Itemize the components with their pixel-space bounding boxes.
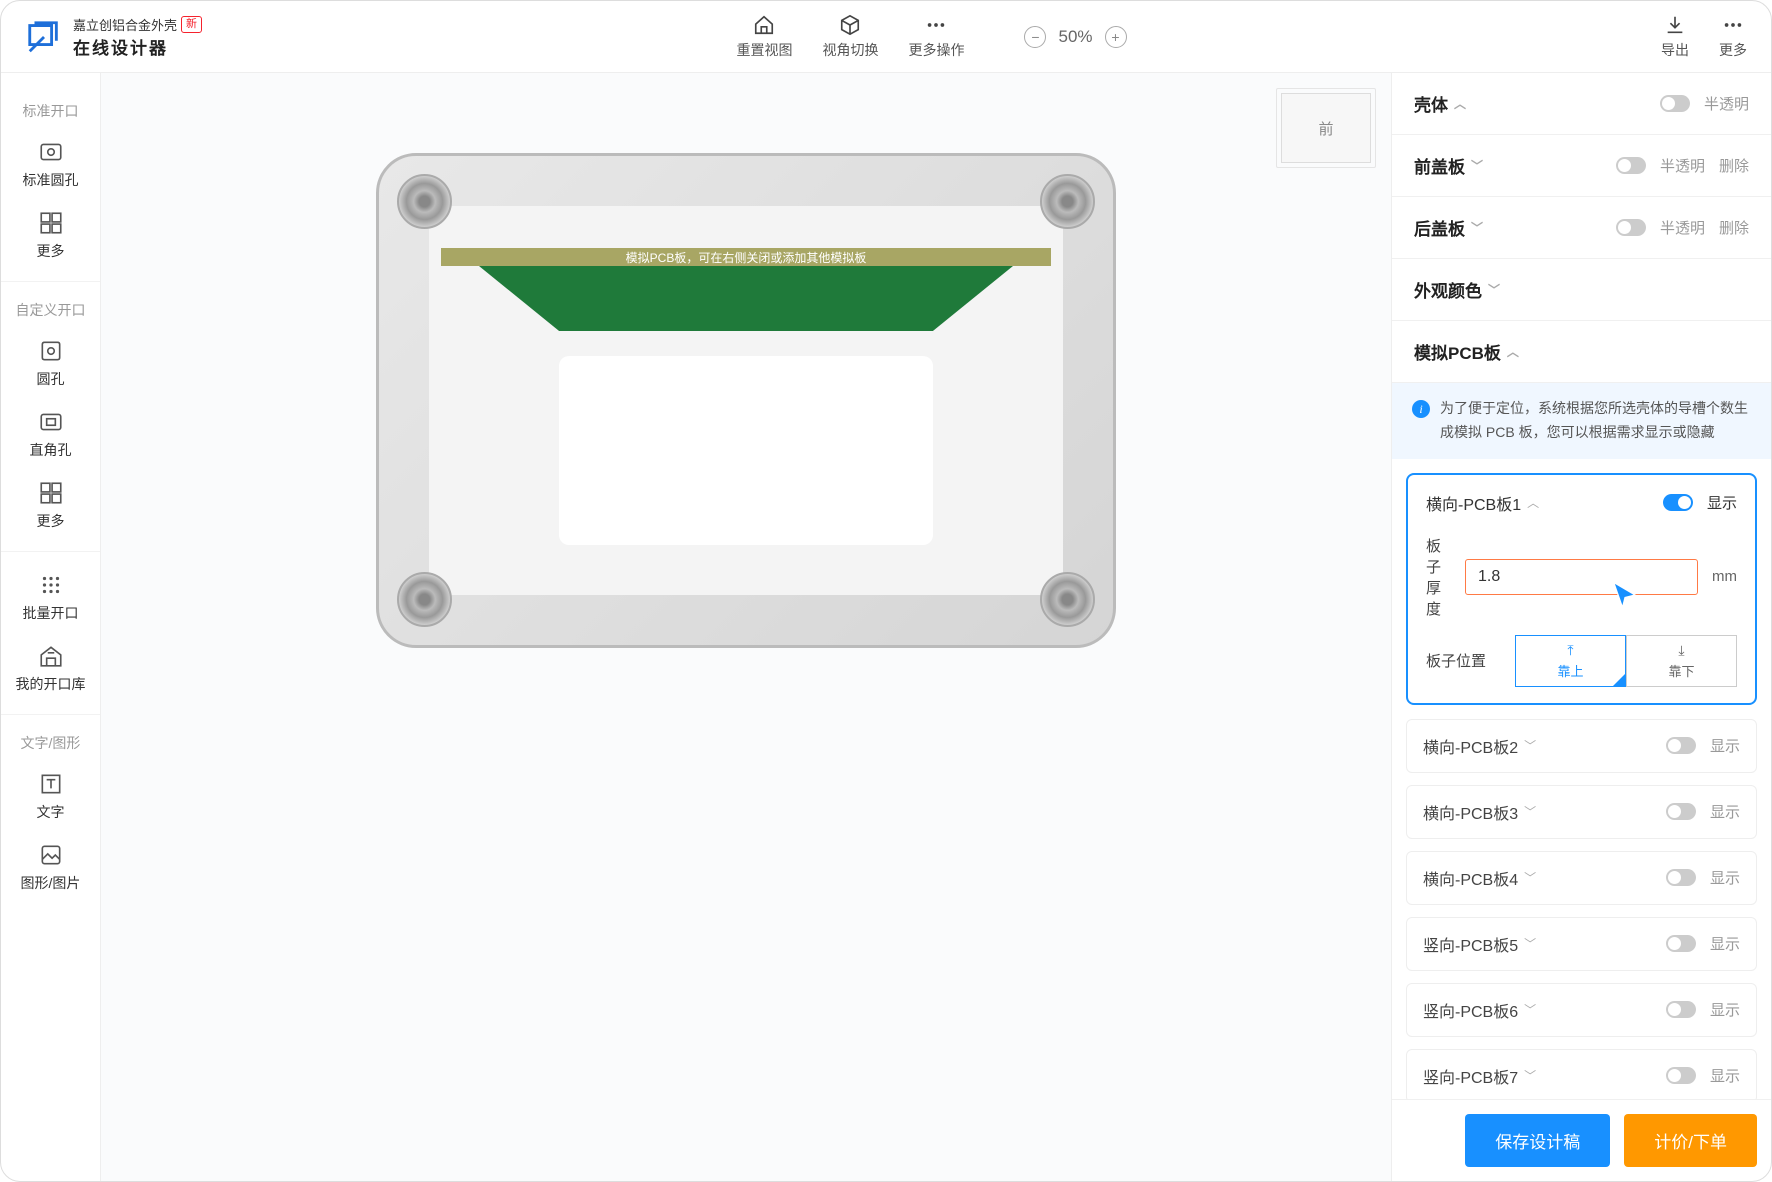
canvas[interactable]: 前 模拟PCB板，可在右侧关闭或添加其他模拟板 — [101, 73, 1391, 1181]
hole-icon — [38, 139, 64, 165]
align-top-icon: ⤒ — [1567, 642, 1573, 659]
zoom-controls: − 50% + — [1024, 14, 1126, 60]
panel-row-front-cover[interactable]: 前盖板﹀ 半透明 删除 — [1392, 135, 1771, 197]
chevron-up-icon: ︿ — [1507, 343, 1519, 360]
header: 嘉立创铝合金外壳 新 在线设计器 重置视图 视角切换 更多操作 − 5 — [1, 1, 1771, 73]
dots-icon — [925, 14, 947, 36]
grid-icon — [38, 480, 64, 506]
chevron-down-icon: ﹀ — [1488, 281, 1500, 298]
circle-icon — [38, 338, 64, 364]
panel-row-shell[interactable]: 壳体︿ 半透明 — [1392, 73, 1771, 135]
library-icon — [38, 643, 64, 669]
info-icon: i — [1412, 400, 1430, 418]
logo-subtitle: 在线设计器 — [73, 34, 202, 59]
position-bottom-button[interactable]: ⤓ 靠下 — [1626, 635, 1737, 687]
logo: 嘉立创铝合金外壳 新 在线设计器 — [25, 15, 202, 59]
pcb-list-item[interactable]: 竖向-PCB板7﹀显示 — [1406, 1049, 1757, 1099]
thickness-label: 板子厚度 — [1426, 535, 1451, 619]
left-sidebar: 标准开口 标准圆孔 更多 自定义开口 圆孔 直角孔 — [1, 73, 101, 1181]
save-button[interactable]: 保存设计稿 — [1465, 1114, 1610, 1167]
pcb-card-title[interactable]: 横向-PCB板1 ︿ — [1426, 491, 1539, 515]
chevron-down-icon: ﹀ — [1471, 219, 1483, 236]
section-heading: 文字/图形 — [1, 725, 100, 761]
logo-icon — [25, 18, 63, 56]
delete-link[interactable]: 删除 — [1719, 217, 1749, 238]
position-top-button[interactable]: ⤒ 靠上 — [1515, 635, 1626, 687]
enclosure-model[interactable]: 模拟PCB板，可在右侧关闭或添加其他模拟板 — [376, 153, 1116, 648]
position-label: 板子位置 — [1426, 650, 1501, 671]
sidebar-item-standard-hole[interactable]: 标准圆孔 — [1, 129, 100, 200]
show-toggle[interactable] — [1666, 935, 1696, 952]
sidebar-item-library[interactable]: 我的开口库 — [1, 633, 100, 704]
view-cube[interactable]: 前 — [1281, 93, 1371, 163]
show-toggle[interactable] — [1666, 737, 1696, 754]
screw-icon — [1040, 572, 1095, 627]
grid-icon — [38, 210, 64, 236]
screw-icon — [397, 572, 452, 627]
pcb-hint: 模拟PCB板，可在右侧关闭或添加其他模拟板 — [441, 248, 1051, 266]
show-toggle[interactable] — [1666, 1001, 1696, 1018]
order-button[interactable]: 计价/下单 — [1624, 1114, 1757, 1167]
batch-icon — [38, 572, 64, 598]
screw-icon — [397, 174, 452, 229]
panel-footer: 保存设计稿 计价/下单 — [1392, 1099, 1771, 1181]
sidebar-item-batch[interactable]: 批量开口 — [1, 562, 100, 633]
screw-icon — [1040, 174, 1095, 229]
pcb-visual — [479, 266, 1013, 331]
export-button[interactable]: 导出 — [1661, 14, 1689, 60]
pcb-list-item[interactable]: 横向-PCB板3﹀显示 — [1406, 785, 1757, 839]
switch-view-button[interactable]: 视角切换 — [822, 14, 878, 60]
show-toggle[interactable] — [1666, 803, 1696, 820]
sidebar-item-more2[interactable]: 更多 — [1, 470, 100, 541]
sidebar-item-image[interactable]: 图形/图片 — [1, 832, 100, 903]
home-icon — [753, 14, 775, 36]
sidebar-item-circle-hole[interactable]: 圆孔 — [1, 328, 100, 399]
logo-title: 嘉立创铝合金外壳 — [73, 15, 177, 34]
pcb-card-active: 横向-PCB板1 ︿ 显示 板子厚度 mm 板子位 — [1406, 473, 1757, 705]
thickness-input[interactable] — [1465, 559, 1698, 595]
section-heading: 标准开口 — [1, 93, 100, 129]
rect-icon — [38, 409, 64, 435]
pcb-list-item[interactable]: 竖向-PCB板5﹀显示 — [1406, 917, 1757, 971]
right-panel: 壳体︿ 半透明 前盖板﹀ 半透明 删除 后盖板﹀ — [1391, 73, 1771, 1181]
translucent-toggle[interactable] — [1660, 95, 1690, 112]
logo-badge: 新 — [181, 16, 202, 33]
thickness-unit: mm — [1712, 568, 1737, 585]
chevron-down-icon: ﹀ — [1471, 157, 1483, 174]
zoom-level: 50% — [1058, 27, 1092, 47]
image-icon — [38, 842, 64, 868]
panel-row-color[interactable]: 外观颜色﹀ — [1392, 259, 1771, 321]
download-icon — [1664, 14, 1686, 36]
sidebar-item-rect-hole[interactable]: 直角孔 — [1, 399, 100, 470]
reset-view-button[interactable]: 重置视图 — [736, 14, 792, 60]
pcb-list-item[interactable]: 横向-PCB板2﹀显示 — [1406, 719, 1757, 773]
panel-row-pcb[interactable]: 模拟PCB板︿ — [1392, 321, 1771, 383]
show-toggle[interactable] — [1666, 869, 1696, 886]
pcb-info: i 为了便于定位，系统根据您所选壳体的导槽个数生成模拟 PCB 板，您可以根据需… — [1392, 383, 1771, 459]
cube-icon — [839, 14, 861, 36]
dots-icon — [1722, 14, 1744, 36]
pcb-list-item[interactable]: 横向-PCB板4﹀显示 — [1406, 851, 1757, 905]
zoom-out-button[interactable]: − — [1024, 26, 1046, 48]
show-toggle[interactable] — [1663, 494, 1693, 511]
text-icon — [38, 771, 64, 797]
pcb-list-item[interactable]: 竖向-PCB板6﹀显示 — [1406, 983, 1757, 1037]
more-actions-button[interactable]: 更多操作 — [908, 14, 964, 60]
panel-row-back-cover[interactable]: 后盖板﹀ 半透明 删除 — [1392, 197, 1771, 259]
delete-link[interactable]: 删除 — [1719, 155, 1749, 176]
align-bottom-icon: ⤓ — [1678, 642, 1684, 659]
chevron-up-icon: ︿ — [1454, 95, 1466, 112]
sidebar-item-more[interactable]: 更多 — [1, 200, 100, 271]
translucent-toggle[interactable] — [1616, 219, 1646, 236]
more-button[interactable]: 更多 — [1719, 14, 1747, 60]
section-heading: 自定义开口 — [1, 292, 100, 328]
chevron-up-icon: ︿ — [1527, 494, 1539, 511]
sidebar-item-text[interactable]: 文字 — [1, 761, 100, 832]
zoom-in-button[interactable]: + — [1105, 26, 1127, 48]
translucent-toggle[interactable] — [1616, 157, 1646, 174]
show-toggle[interactable] — [1666, 1067, 1696, 1084]
